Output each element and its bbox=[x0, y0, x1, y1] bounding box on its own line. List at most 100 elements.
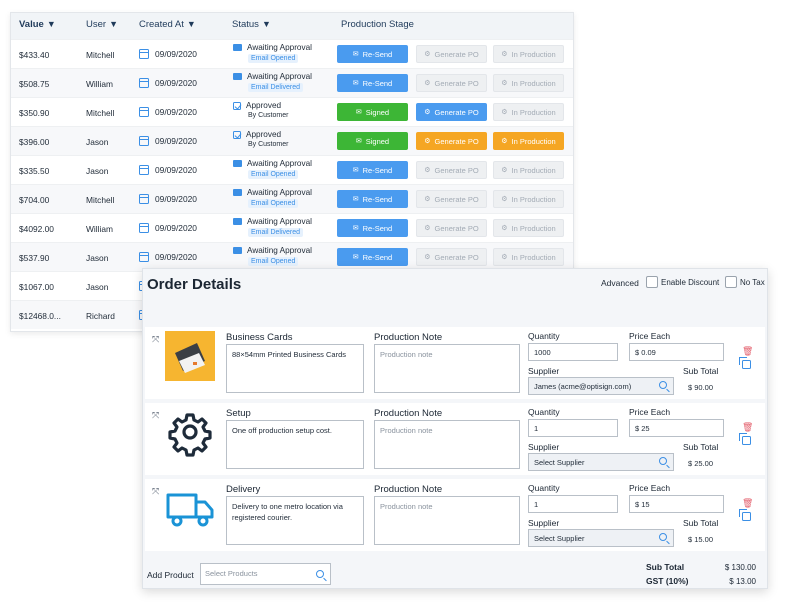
supplier-select[interactable]: James (acme@optisign.com) bbox=[528, 377, 674, 395]
table-row[interactable]: $508.75 William 09/09/2020 Awaiting Approva… bbox=[11, 68, 573, 97]
generate-po-button[interactable]: ⚙ Generate PO bbox=[416, 219, 487, 237]
generate-po-button[interactable]: ⚙ Generate PO bbox=[416, 248, 487, 266]
trash-icon[interactable]: 🗑 bbox=[742, 346, 753, 357]
in-production-button[interactable]: ⚙ In Production bbox=[493, 45, 564, 63]
price-each-input[interactable]: $ 15 bbox=[629, 495, 724, 513]
generate-po-button[interactable]: ⚙ Generate PO bbox=[416, 45, 487, 63]
line-item: ⤧ Delivery Delivery to one metro location … bbox=[145, 479, 765, 551]
generate-po-button[interactable]: ⚙ Generate PO bbox=[416, 190, 487, 208]
table-row[interactable]: $704.00 Mitchell 09/09/2020 Awaiting Approv… bbox=[11, 184, 573, 213]
supplier-label: Supplier bbox=[528, 442, 560, 452]
duplicate-icon[interactable] bbox=[739, 509, 751, 521]
column-header-value[interactable]: Value ▼ bbox=[19, 19, 56, 30]
table-row[interactable]: $335.50 Jason 09/09/2020 Awaiting Approval E… bbox=[11, 155, 573, 184]
re-send-button[interactable]: ✉ Re-Send bbox=[337, 219, 408, 237]
drag-handle-icon[interactable]: ⤧ bbox=[152, 334, 159, 345]
drag-handle-icon[interactable]: ⤧ bbox=[152, 410, 159, 421]
button-label: Re-Send bbox=[362, 252, 393, 262]
status-text: Awaiting Approval bbox=[247, 246, 312, 255]
re-send-button[interactable]: ✉ Re-Send bbox=[337, 74, 408, 92]
generate-po-button[interactable]: ⚙ Generate PO bbox=[416, 132, 487, 150]
signed-button[interactable]: ✉ Signed bbox=[337, 132, 408, 150]
table-row[interactable]: $396.00 Jason 09/09/2020 Approved By Custome… bbox=[11, 126, 573, 155]
quantity-input[interactable]: 1 bbox=[528, 419, 618, 437]
generate-po-button[interactable]: ⚙ Generate PO bbox=[416, 103, 487, 121]
re-send-button[interactable]: ✉ Re-Send bbox=[337, 45, 408, 63]
in-production-button[interactable]: ⚙ In Production bbox=[493, 219, 564, 237]
trash-icon[interactable]: 🗑 bbox=[742, 422, 753, 433]
price-each-input[interactable]: $ 0.09 bbox=[629, 343, 724, 361]
signed-button[interactable]: ✉ Signed bbox=[337, 103, 408, 121]
envelope-icon bbox=[233, 189, 242, 196]
item-description-textarea[interactable]: Delivery to one metro location via regis… bbox=[226, 496, 364, 545]
column-header-created-at[interactable]: Created At ▼ bbox=[139, 19, 196, 30]
duplicate-icon[interactable] bbox=[739, 433, 751, 445]
search-icon[interactable] bbox=[316, 570, 324, 578]
in-production-button[interactable]: ⚙ In Production bbox=[493, 74, 564, 92]
select-products-input[interactable]: Select Products bbox=[200, 563, 331, 585]
button-label: Signed bbox=[365, 136, 390, 146]
button-label: Generate PO bbox=[434, 223, 479, 233]
created-date-text: 09/09/2020 bbox=[155, 194, 197, 204]
re-send-button[interactable]: ✉ Re-Send bbox=[337, 161, 408, 179]
search-icon[interactable] bbox=[659, 533, 667, 541]
button-label: Generate PO bbox=[434, 194, 479, 204]
table-row[interactable]: $350.90 Mitchell 09/09/2020 Approved By Cust… bbox=[11, 97, 573, 126]
drag-handle-icon[interactable]: ⤧ bbox=[152, 486, 159, 497]
trash-icon[interactable]: 🗑 bbox=[742, 498, 753, 509]
in-production-button[interactable]: ⚙ In Production bbox=[493, 190, 564, 208]
calendar-icon bbox=[139, 252, 149, 262]
in-production-button[interactable]: ⚙ In Production bbox=[493, 103, 564, 121]
created-date: 09/09/2020 bbox=[139, 49, 197, 59]
no-tax-checkbox[interactable] bbox=[725, 276, 737, 288]
re-send-button[interactable]: ✉ Re-Send bbox=[337, 190, 408, 208]
calendar-icon bbox=[139, 107, 149, 117]
in-production-button[interactable]: ⚙ In Production bbox=[493, 161, 564, 179]
table-row[interactable]: $537.90 Jason 09/09/2020 Awaiting Approval E… bbox=[11, 242, 573, 271]
column-header-status[interactable]: Status ▼ bbox=[232, 19, 271, 30]
item-description-textarea[interactable]: One off production setup cost. bbox=[226, 420, 364, 469]
button-label: In Production bbox=[511, 107, 556, 117]
subtotal-label: Sub Total bbox=[683, 518, 719, 528]
production-note-textarea[interactable]: Production note bbox=[374, 496, 520, 545]
item-description-textarea[interactable]: 88×54mm Printed Business Cards bbox=[226, 344, 364, 393]
supplier-select[interactable]: Select Supplier bbox=[528, 529, 674, 547]
production-note-label: Production Note bbox=[374, 408, 443, 419]
quantity-label: Quantity bbox=[528, 407, 560, 417]
column-header-user[interactable]: User ▼ bbox=[86, 19, 118, 30]
generate-po-button[interactable]: ⚙ Generate PO bbox=[416, 74, 487, 92]
order-user: Mitchell bbox=[86, 50, 115, 60]
table-row[interactable]: $433.40 Mitchell 09/09/2020 Awaiting Approv… bbox=[11, 39, 573, 68]
quantity-input[interactable]: 1000 bbox=[528, 343, 618, 361]
envelope-icon: ✉ bbox=[352, 225, 359, 232]
supplier-value: James (acme@optisign.com) bbox=[534, 382, 632, 391]
column-label: Created At bbox=[139, 19, 184, 30]
table-row[interactable]: $4092.00 William 09/09/2020 Awaiting Approv… bbox=[11, 213, 573, 242]
production-note-textarea[interactable]: Production note bbox=[374, 344, 520, 393]
duplicate-icon[interactable] bbox=[739, 357, 751, 369]
production-note-textarea[interactable]: Production note bbox=[374, 420, 520, 469]
button-label: Generate PO bbox=[434, 78, 479, 88]
search-icon[interactable] bbox=[659, 457, 667, 465]
in-production-button[interactable]: ⚙ In Production bbox=[493, 248, 564, 266]
calendar-icon bbox=[139, 223, 149, 233]
search-icon[interactable] bbox=[659, 381, 667, 389]
gear-icon: ⚙ bbox=[501, 80, 508, 87]
envelope-icon bbox=[233, 44, 242, 51]
price-each-input[interactable]: $ 25 bbox=[629, 419, 724, 437]
button-label: Re-Send bbox=[362, 194, 393, 204]
created-date: 09/09/2020 bbox=[139, 252, 197, 262]
enable-discount-checkbox[interactable] bbox=[646, 276, 658, 288]
calendar-icon bbox=[139, 78, 149, 88]
quantity-input[interactable]: 1 bbox=[528, 495, 618, 513]
order-status: Awaiting Approval Email Opened bbox=[233, 159, 312, 179]
supplier-select[interactable]: Select Supplier bbox=[528, 453, 674, 471]
advanced-label: Advanced bbox=[601, 278, 639, 288]
gear-icon: ⚙ bbox=[501, 51, 508, 58]
re-send-button[interactable]: ✉ Re-Send bbox=[337, 248, 408, 266]
in-production-button[interactable]: ⚙ In Production bbox=[493, 132, 564, 150]
generate-po-button[interactable]: ⚙ Generate PO bbox=[416, 161, 487, 179]
supplier-value: Select Supplier bbox=[534, 458, 585, 467]
status-text: Approved bbox=[246, 130, 282, 139]
status-badge: Email Delivered bbox=[248, 228, 304, 237]
